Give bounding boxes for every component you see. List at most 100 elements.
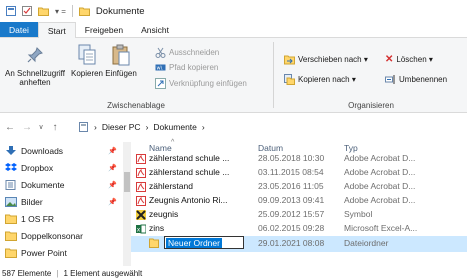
pictures-icon — [5, 196, 17, 207]
pin-icon — [24, 44, 46, 66]
file-name: zählerstand schule ... — [149, 153, 230, 163]
new-folder-row[interactable]: Neuer Ordner 29.01.2021 08:08 Dateiordne… — [131, 236, 467, 252]
breadcrumb-documents[interactable]: Dokumente — [153, 122, 196, 132]
properties-icon[interactable] — [22, 6, 32, 16]
pdf-icon — [136, 168, 146, 178]
file-row[interactable]: zeugnis 25.09.2012 15:57 Symbol — [131, 208, 467, 222]
file-date: 06.02.2015 09:28 — [258, 223, 325, 233]
copy-path-icon: w\ — [155, 64, 166, 72]
copy-path-button[interactable]: w\ Pfad kopieren — [155, 62, 218, 73]
navigation-scrollbar[interactable] — [123, 142, 131, 266]
pin-icon[interactable]: 📌 — [108, 181, 117, 189]
address-bar: ← → ∨ ↑ › Dieser PC › Dokumente › — [0, 118, 467, 136]
nav-item-documents[interactable]: Dokumente 📌 — [0, 176, 122, 193]
scissors-icon — [155, 47, 166, 58]
file-row[interactable]: zählerstand 23.05.2016 11:05 Adobe Acrob… — [131, 180, 467, 194]
pin-icon[interactable]: 📌 — [108, 164, 117, 172]
paste-icon — [110, 44, 132, 66]
pin-icon[interactable]: 📌 — [108, 147, 117, 155]
rename-button[interactable]: Umbenennen — [385, 74, 447, 85]
tab-start[interactable]: Start — [37, 22, 76, 38]
file-type: Symbol — [344, 209, 373, 219]
pdf-icon — [136, 196, 146, 206]
file-row[interactable]: Zeugnis Antonio Ri... 09.09.2013 09:41 A… — [131, 194, 467, 208]
paste-shortcut-button[interactable]: Verknüpfung einfügen — [155, 78, 247, 89]
file-name: Zeugnis Antonio Ri... — [149, 195, 228, 205]
nav-item-1-os-fr[interactable]: 1 OS FR — [0, 210, 122, 227]
ribbon: An Schnellzugriff anheften Kopieren Einf… — [0, 38, 467, 113]
breadcrumb[interactable]: › Dieser PC › Dokumente › — [79, 118, 205, 136]
delete-label: Löschen ▾ — [396, 55, 433, 64]
organize-group: Verschieben nach ▾ ✕ Löschen ▾ Kopieren … — [275, 38, 467, 113]
file-name: zeugnis — [149, 209, 179, 219]
rename-input[interactable]: Neuer Ordner — [164, 236, 244, 249]
status-separator: | — [56, 268, 59, 278]
nav-item-downloads[interactable]: Downloads 📌 — [0, 142, 122, 159]
file-row[interactable]: zählerstand schule ... 28.05.2018 10:30 … — [131, 152, 467, 166]
clipboard-group: An Schnellzugriff anheften Kopieren Einf… — [0, 38, 272, 113]
copy-folder-icon — [284, 74, 295, 85]
nav-item-dropbox[interactable]: Dropbox 📌 — [0, 159, 122, 176]
file-type: Adobe Acrobat D... — [344, 195, 416, 205]
dropbox-icon — [5, 162, 17, 171]
file-row[interactable]: zählerstand schule ... 03.11.2015 08:54 … — [131, 166, 467, 180]
rename-input-text: Neuer Ordner — [166, 238, 222, 248]
status-bar: 587 Elemente | 1 Element ausgewählt — [0, 266, 467, 280]
delete-button[interactable]: ✕ Löschen ▾ — [385, 54, 433, 65]
file-type: Adobe Acrobat D... — [344, 181, 416, 191]
paste-label: Einfügen — [105, 69, 137, 78]
cut-label: Ausschneiden — [169, 48, 220, 57]
move-folder-icon — [284, 55, 295, 65]
back-icon[interactable]: ← — [3, 122, 17, 133]
copy-label: Kopieren — [70, 69, 104, 78]
folder-icon — [5, 231, 17, 241]
nav-item-pictures[interactable]: Bilder 📌 — [0, 193, 122, 210]
up-icon[interactable]: ↑ — [48, 122, 62, 133]
copy-button[interactable]: Kopieren — [70, 44, 104, 78]
cut-button[interactable]: Ausschneiden — [155, 47, 219, 58]
title-separator — [71, 5, 73, 17]
file-type: Dateiordner — [344, 238, 389, 248]
selection-count: 1 Element ausgewählt — [63, 268, 143, 278]
file-type: Adobe Acrobat D... — [344, 167, 416, 177]
tab-datei[interactable]: Datei — [0, 22, 38, 37]
scrollbar-thumb[interactable] — [124, 172, 130, 192]
nav-item-label: Power Point — [21, 247, 67, 258]
file-date: 03.11.2015 08:54 — [258, 167, 324, 177]
file-type: Adobe Acrobat D... — [344, 153, 416, 163]
folder-icon — [149, 238, 159, 248]
svg-text:w\: w\ — [157, 66, 163, 72]
pin-icon[interactable]: 📌 — [108, 198, 117, 206]
nav-item-label: Downloads — [21, 145, 64, 156]
new-folder-icon[interactable] — [38, 6, 49, 16]
paste-shortcut-icon — [155, 78, 166, 89]
delete-x-icon: ✕ — [385, 54, 394, 65]
organize-group-label: Organisieren — [348, 101, 394, 110]
file-name: zählerstand — [149, 181, 193, 191]
breadcrumb-separator: › — [201, 122, 205, 132]
breadcrumb-this-pc[interactable]: Dieser PC — [102, 122, 141, 132]
tab-freigeben[interactable]: Freigeben — [76, 22, 132, 37]
forward-icon[interactable]: → — [20, 122, 34, 133]
paste-button[interactable]: Einfügen — [104, 44, 138, 78]
breadcrumb-separator: › — [145, 122, 149, 132]
move-to-button[interactable]: Verschieben nach ▾ — [284, 54, 368, 65]
quick-access-dropdown-icon[interactable]: ▾ = — [55, 7, 66, 16]
nav-item-doppelkonsonar[interactable]: Doppelkonsonar — [0, 227, 122, 244]
rename-label: Umbenennen — [399, 75, 448, 84]
this-pc-icon — [79, 122, 88, 132]
nav-item-label: Bilder — [21, 196, 43, 207]
nav-item-label: Dropbox — [21, 162, 54, 173]
breadcrumb-separator: › — [94, 122, 97, 132]
pin-quick-access-button[interactable]: An Schnellzugriff anheften — [2, 44, 68, 87]
file-name: zählerstand schule ... — [149, 167, 230, 177]
symbol-icon — [136, 210, 146, 220]
tab-ansicht[interactable]: Ansicht — [132, 22, 178, 37]
recent-locations-icon[interactable]: ∨ — [34, 123, 48, 131]
nav-item-power-point[interactable]: Power Point — [0, 244, 122, 261]
file-row[interactable]: x zins 06.02.2015 09:28 Microsoft Excel-… — [131, 222, 467, 236]
copy-to-button[interactable]: Kopieren nach ▾ — [284, 74, 356, 85]
copy-to-label: Kopieren nach ▾ — [298, 75, 356, 84]
window-title: Dokumente — [95, 5, 145, 17]
window-icon — [6, 6, 16, 16]
